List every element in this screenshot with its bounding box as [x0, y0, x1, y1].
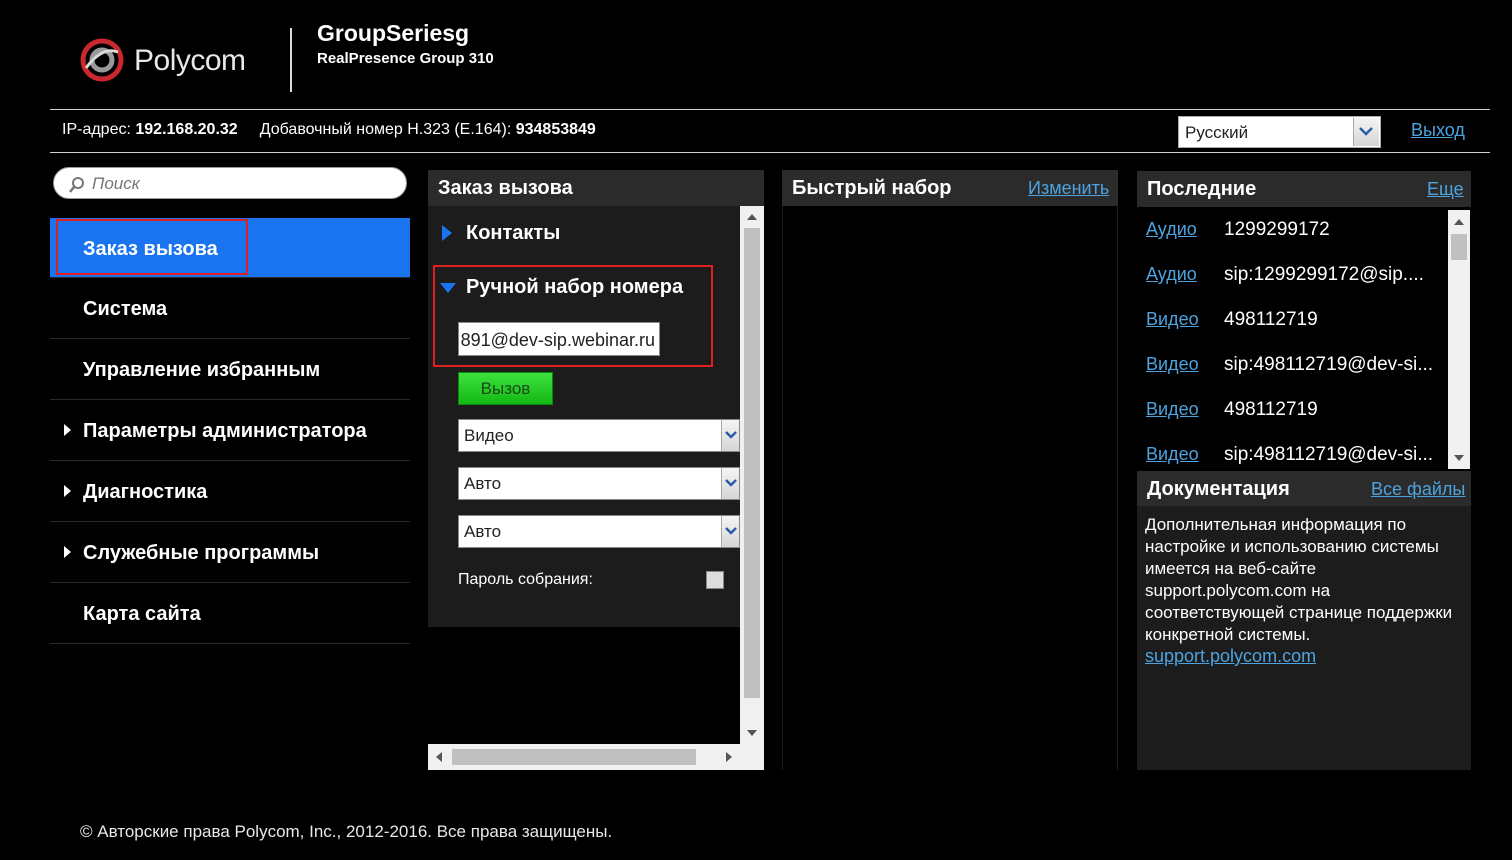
- sidebar-item-label: Параметры администратора: [83, 420, 367, 442]
- expand-arrow-icon: [64, 485, 71, 497]
- header-rule-bottom: [50, 152, 1490, 153]
- scroll-up-icon[interactable]: [747, 214, 757, 220]
- ip-value: 192.168.20.32: [135, 121, 238, 138]
- call-type-select[interactable]: Видео: [458, 419, 740, 452]
- speed-dial-header: Быстрый набор Изменить: [782, 170, 1118, 206]
- highlight-box: [56, 219, 248, 275]
- sidebar-item-favorites[interactable]: Управление избранным: [50, 339, 410, 400]
- sidebar-item-label: Система: [83, 298, 168, 320]
- vertical-scrollbar[interactable]: [740, 206, 764, 744]
- documentation-panel: Дополнительная информация по настройке и…: [1137, 506, 1471, 770]
- scroll-right-icon[interactable]: [726, 752, 732, 762]
- meeting-password-checkbox[interactable]: [706, 571, 724, 589]
- chevron-down-icon[interactable]: [721, 468, 739, 499]
- sidebar-item-diagnostics[interactable]: Диагностика: [50, 461, 410, 522]
- chevron-down-icon[interactable]: [1353, 118, 1379, 146]
- polycom-logo: Polycom: [80, 36, 270, 84]
- call-panel: Контакты Ручной набор номера 891@dev-sip…: [428, 206, 764, 770]
- recent-call-number: sip:498112719@dev-si...: [1224, 354, 1434, 375]
- more-recent-link[interactable]: Еще: [1427, 179, 1464, 200]
- dial-number-value: 891@dev-sip.webinar.ru: [460, 330, 655, 350]
- search-box[interactable]: [53, 167, 407, 199]
- sidebar-item-label: Управление избранным: [83, 359, 321, 381]
- ip-label: IP-адрес:: [62, 121, 131, 138]
- recent-scrollbar[interactable]: [1448, 210, 1470, 469]
- scroll-down-icon[interactable]: [1454, 455, 1464, 461]
- sidebar-item-utilities[interactable]: Служебные программы: [50, 522, 410, 583]
- sidebar-item-label: Карта сайта: [83, 603, 201, 625]
- call-speed-value: Авто: [464, 474, 502, 493]
- call-speed-select[interactable]: Авто: [458, 467, 740, 500]
- horizontal-scrollbar[interactable]: [428, 744, 740, 770]
- scroll-down-icon[interactable]: [747, 730, 757, 736]
- logo-text: Polycom: [134, 44, 246, 77]
- logout-link[interactable]: Выход: [1411, 120, 1465, 141]
- call-panel-content: Контакты Ручной набор номера 891@dev-sip…: [428, 206, 740, 627]
- recent-call-type-link[interactable]: Видео: [1146, 354, 1199, 375]
- sidebar-item-sitemap[interactable]: Карта сайта: [50, 583, 410, 644]
- documentation-title: Документация: [1147, 478, 1290, 500]
- call-panel-header: Заказ вызова: [428, 170, 764, 206]
- search-input[interactable]: [92, 173, 392, 195]
- recent-calls-list: Аудио 1299299172 Аудио sip:1299299172@si…: [1137, 207, 1471, 471]
- call-panel-title: Заказ вызова: [438, 177, 573, 199]
- search-icon: [69, 177, 84, 193]
- meeting-password-label: Пароль собрания:: [458, 571, 593, 588]
- recent-header: Последние Еще: [1137, 171, 1471, 207]
- language-value: Русский: [1185, 123, 1249, 142]
- recent-call-type-link[interactable]: Аудио: [1146, 219, 1197, 240]
- language-select[interactable]: Русский: [1178, 116, 1381, 148]
- contacts-section[interactable]: Контакты: [466, 222, 560, 245]
- call-protocol-select[interactable]: Авто: [458, 515, 740, 548]
- expand-arrow-icon: [64, 424, 71, 436]
- scroll-thumb[interactable]: [452, 749, 696, 765]
- recent-call-number: 498112719: [1224, 399, 1318, 420]
- recent-call-type-link[interactable]: Видео: [1146, 444, 1199, 465]
- recent-call-number: sip:1299299172@sip....: [1224, 264, 1424, 285]
- sidebar-item-admin-settings[interactable]: Параметры администратора: [50, 400, 410, 461]
- recent-call-type-link[interactable]: Видео: [1146, 399, 1199, 420]
- recent-title: Последние: [1147, 178, 1257, 200]
- copyright: © Авторские права Polycom, Inc., 2012-20…: [80, 822, 613, 841]
- recent-call-type-link[interactable]: Видео: [1146, 309, 1199, 330]
- collapsed-arrow-icon[interactable]: [442, 225, 452, 241]
- chevron-down-icon[interactable]: [721, 516, 739, 547]
- call-protocol-value: Авто: [464, 522, 502, 541]
- sidebar-item-label: Диагностика: [83, 481, 208, 503]
- edit-speed-dial-link[interactable]: Изменить: [1028, 178, 1109, 199]
- extension-label: Добавочный номер H.323 (E.164):: [259, 121, 512, 138]
- polycom-logo-icon: [80, 38, 124, 82]
- sidebar-nav: Заказ вызова Система Управление избранны…: [50, 218, 410, 644]
- sidebar-item-label: Служебные программы: [83, 542, 320, 564]
- recent-call-number: 498112719: [1224, 309, 1318, 330]
- header-rule-top: [50, 109, 1490, 110]
- chevron-down-icon[interactable]: [721, 420, 739, 451]
- dial-number-input[interactable]: 891@dev-sip.webinar.ru: [458, 322, 660, 356]
- call-button[interactable]: Вызов: [458, 372, 553, 405]
- sidebar-item-system[interactable]: Система: [50, 278, 410, 339]
- scroll-left-icon[interactable]: [436, 752, 442, 762]
- call-type-value: Видео: [464, 426, 514, 445]
- scroll-thumb[interactable]: [744, 228, 760, 698]
- info-bar: IP-адрес: 192.168.20.32 Добавочный номер …: [62, 121, 596, 139]
- recent-call-type-link[interactable]: Аудио: [1146, 264, 1197, 285]
- speed-dial-panel: [782, 206, 1118, 770]
- scroll-thumb[interactable]: [1451, 234, 1467, 260]
- documentation-header: Документация Все файлы: [1137, 471, 1471, 507]
- recent-call-number: sip:498112719@dev-si...: [1224, 444, 1434, 465]
- support-link[interactable]: support.polycom.com: [1145, 646, 1316, 667]
- extension-value: 934853849: [515, 121, 596, 138]
- scrollbar-corner: [740, 744, 764, 770]
- system-name: GroupSeriesg: [317, 20, 470, 46]
- documentation-text: Дополнительная информация по настройке и…: [1145, 515, 1453, 644]
- speed-dial-title: Быстрый набор: [792, 177, 952, 199]
- scroll-up-icon[interactable]: [1454, 219, 1464, 225]
- sidebar-item-call[interactable]: Заказ вызова: [50, 218, 410, 278]
- expand-arrow-icon: [64, 546, 71, 558]
- header-divider: [290, 28, 292, 92]
- recent-call-number: 1299299172: [1224, 219, 1330, 240]
- all-files-link[interactable]: Все файлы: [1371, 479, 1465, 500]
- system-model: RealPresence Group 310: [317, 50, 494, 67]
